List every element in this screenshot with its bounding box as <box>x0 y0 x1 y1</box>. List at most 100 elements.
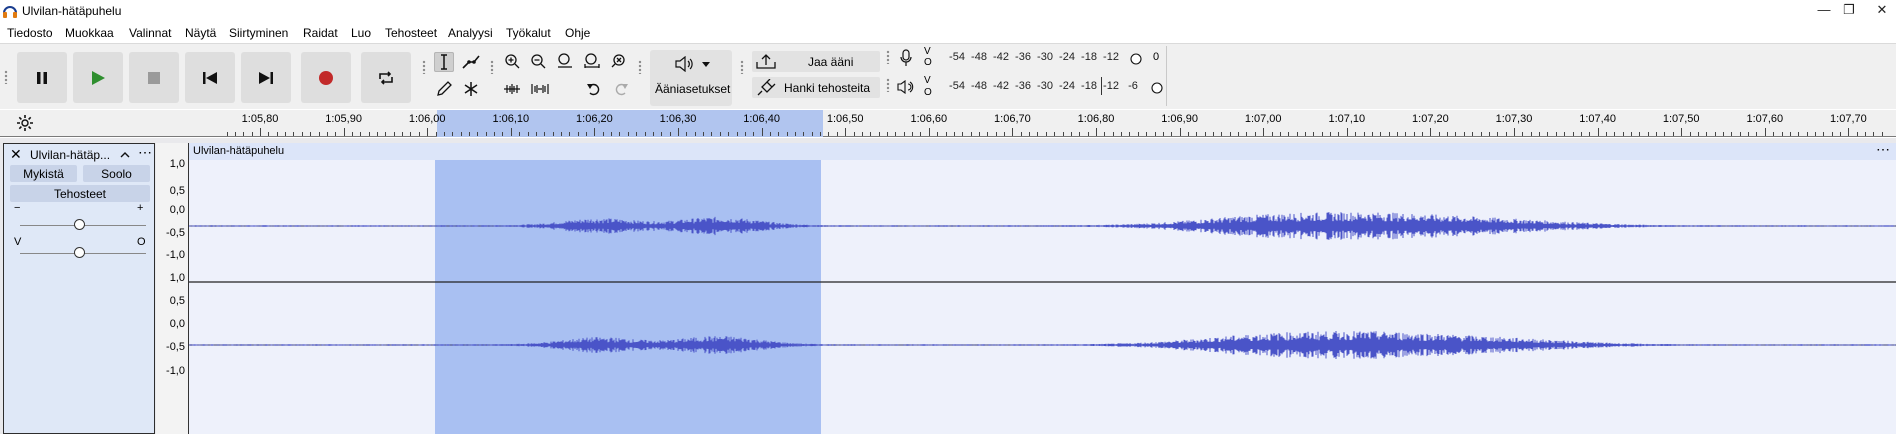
gain-slider-knob[interactable] <box>74 219 85 230</box>
loop-button[interactable] <box>361 52 411 103</box>
speaker-icon <box>675 56 693 72</box>
menu-muokkaa[interactable]: Muokkaa <box>65 26 114 40</box>
meter-tick: -6 <box>1128 80 1138 92</box>
menu-siirtyminen[interactable]: Siirtyminen <box>229 26 288 40</box>
ruler-tick <box>953 132 955 136</box>
ruler-tick <box>619 132 621 136</box>
ruler-tick <box>351 132 353 136</box>
fit-project-button[interactable] <box>582 51 602 71</box>
clip-name[interactable]: Ulvilan-hätäpuhelu <box>193 145 284 157</box>
envelope-tool-button[interactable] <box>461 52 481 72</box>
ruler-tick <box>1045 132 1047 136</box>
ruler-tick <box>1271 132 1273 136</box>
record-meter-grip[interactable] <box>886 50 890 64</box>
get-effects-button[interactable]: Hanki tehosteita <box>752 77 880 98</box>
track-more-menu-icon[interactable]: ⋯ <box>138 144 153 161</box>
record-meter-knob-icon[interactable] <box>1130 53 1142 65</box>
menu-raidat[interactable]: Raidat <box>303 26 338 40</box>
menu-valinnat[interactable]: Valinnat <box>129 26 171 40</box>
ruler-tick <box>1229 132 1231 136</box>
ruler-tick <box>1664 132 1666 136</box>
ruler-tick <box>1714 132 1716 136</box>
record-meter-scale[interactable]: -54 -48 -42 -36 -30 -24 -18 -12 <box>946 51 1122 63</box>
playback-meter-knob-icon[interactable] <box>1151 82 1163 94</box>
silence-audio-button[interactable] <box>530 79 550 99</box>
ruler-tick <box>260 128 261 136</box>
timeline-settings-gear-icon[interactable] <box>16 114 34 132</box>
audio-setup-toolbar-grip[interactable] <box>638 60 642 74</box>
ruler-tick <box>786 132 788 136</box>
meter-tick: -30 <box>1037 80 1053 92</box>
track-effects-button[interactable]: Tehosteet <box>10 185 150 202</box>
timeline-ruler[interactable]: 1:05,80 1:05,90 1:06,00 1:06,10 1:06,20 1:06,… <box>0 110 1896 137</box>
waveform-area[interactable] <box>189 160 1896 434</box>
menu-luo[interactable]: Luo <box>351 26 371 40</box>
fit-selection-button[interactable] <box>555 51 575 71</box>
playback-meter-scale[interactable]: -54 -48 -42 -36 -30 -24 -18 -12 -6 <box>946 80 1144 92</box>
skip-to-end-button[interactable] <box>241 52 291 103</box>
transport-toolbar-grip[interactable] <box>4 70 8 84</box>
multi-tool-button[interactable] <box>461 79 481 99</box>
zoom-toggle-button[interactable] <box>609 51 629 71</box>
maximize-button[interactable]: ❐ <box>1838 2 1860 18</box>
draw-tool-button[interactable] <box>434 79 454 99</box>
menu-tiedosto[interactable]: Tiedosto <box>7 26 53 40</box>
ruler-tick <box>803 132 805 136</box>
close-track-icon[interactable]: ✕ <box>10 146 22 163</box>
record-icon <box>319 70 333 85</box>
ruler-tick-label: 1:06,30 <box>659 113 697 125</box>
clip-more-menu-icon[interactable]: ⋯ <box>1876 141 1890 158</box>
playback-meter-grip[interactable] <box>886 78 890 92</box>
ruler-tick <box>560 132 562 136</box>
track-name-menu[interactable]: Ulvilan-hätäp... <box>30 148 110 162</box>
waveform-svg <box>189 212 1896 359</box>
ruler-tick <box>527 132 529 136</box>
record-button[interactable] <box>301 52 351 103</box>
audio-setup-button[interactable]: Ääniasetukset <box>650 50 732 106</box>
ruler-tick <box>1605 132 1607 136</box>
undo-button[interactable] <box>584 79 604 99</box>
playback-meter-channel-o: O <box>924 87 932 98</box>
clip-header[interactable]: Ulvilan-hätäpuhelu ⋯ <box>189 141 1896 160</box>
scale-label: 1,0 <box>169 272 185 284</box>
minimize-button[interactable]: — <box>1813 2 1835 17</box>
share-audio-button[interactable]: Jaa ääni <box>752 51 880 72</box>
solo-button[interactable]: Soolo <box>83 165 150 182</box>
ruler-tick-label: 1:06,40 <box>743 113 780 125</box>
microphone-icon[interactable] <box>899 49 913 67</box>
zoom-out-button[interactable] <box>528 51 548 71</box>
pan-slider-knob[interactable] <box>74 247 85 258</box>
skip-to-start-button[interactable] <box>185 52 235 103</box>
zoom-in-button[interactable] <box>502 51 522 71</box>
ruler-tick <box>1614 132 1616 136</box>
ruler-tick <box>744 132 746 136</box>
tools-toolbar-grip[interactable] <box>422 60 426 74</box>
ruler-tick <box>1814 132 1816 136</box>
menu-ohje[interactable]: Ohje <box>565 26 590 40</box>
ruler-tick <box>393 132 395 136</box>
track-control-panel[interactable]: ✕ Ulvilan-hätäp... ⋯ Mykistä Soolo Tehos… <box>3 143 155 434</box>
trim-audio-button[interactable] <box>502 79 522 99</box>
redo-button[interactable] <box>611 79 631 99</box>
stop-button[interactable] <box>129 52 179 103</box>
menu-analyysi[interactable]: Analyysi <box>448 26 493 40</box>
play-button[interactable] <box>73 52 123 103</box>
collapse-track-chevron-icon[interactable] <box>120 151 130 158</box>
share-toolbar-grip[interactable] <box>740 60 744 74</box>
menu-nayta[interactable]: Näytä <box>185 26 216 40</box>
ruler-tick <box>1146 132 1148 136</box>
edit-toolbar-grip[interactable] <box>490 60 494 74</box>
zoom-out-icon <box>531 54 546 69</box>
ruler-tick <box>1137 132 1139 136</box>
mute-button[interactable]: Mykistä <box>10 165 77 182</box>
menu-tehosteet[interactable]: Tehosteet <box>385 26 437 40</box>
amplitude-scale[interactable]: 1,0 0,5 0,0 -0,5 -1,0 1,0 0,5 0,0 -0,5 -… <box>156 143 189 434</box>
menu-tyokalut[interactable]: Työkalut <box>506 26 551 40</box>
close-button[interactable]: ✕ <box>1871 2 1893 18</box>
ruler-tick <box>1798 132 1800 136</box>
ruler-tick <box>853 132 855 136</box>
playback-speaker-icon[interactable] <box>897 80 917 94</box>
zoom-fit-selection-icon <box>558 53 572 68</box>
pause-button[interactable] <box>17 52 67 103</box>
selection-tool-button[interactable] <box>434 52 454 72</box>
